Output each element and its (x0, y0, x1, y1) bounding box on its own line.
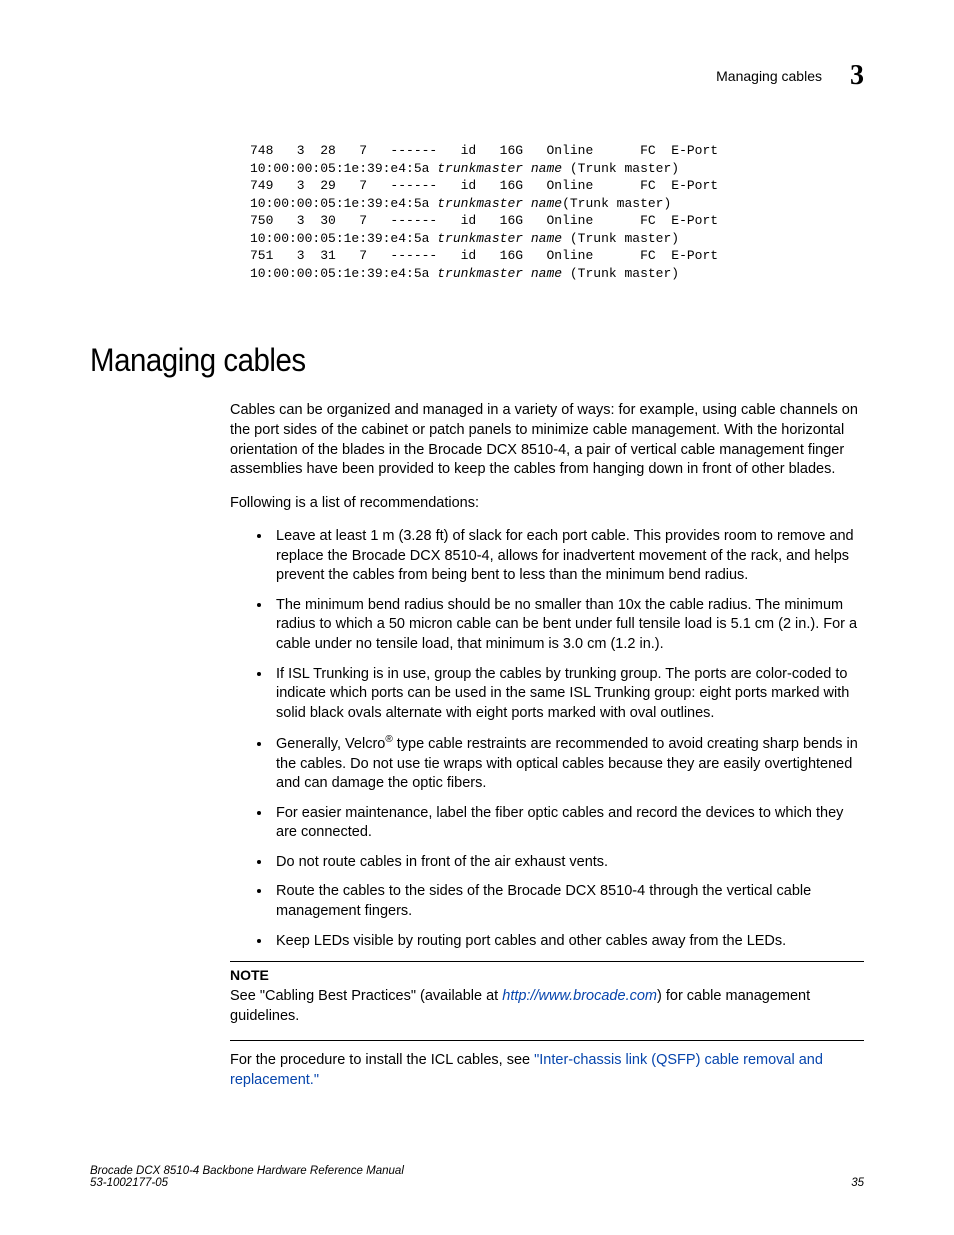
list-item: For easier maintenance, label the fiber … (272, 804, 864, 843)
running-header: Managing cables 3 (90, 60, 864, 92)
code-line: 10:00:00:05:1e:39:e4:5a trunkmaster name… (250, 230, 864, 248)
note-rule-bottom (230, 1040, 864, 1041)
note-pre: See "Cabling Best Practices" (available … (230, 988, 502, 1004)
note-label: NOTE (230, 966, 864, 985)
running-title: Managing cables (716, 68, 822, 84)
list-item: Leave at least 1 m (3.28 ft) of slack fo… (272, 527, 864, 586)
code-line: 748 3 28 7 ------ id 16G Online FC E-Por… (250, 142, 864, 160)
chapter-number: 3 (850, 60, 864, 92)
list-item: Keep LEDs visible by routing port cables… (272, 932, 864, 952)
body-content: Cables can be organized and managed in a… (230, 401, 864, 1090)
code-line: 751 3 31 7 ------ id 16G Online FC E-Por… (250, 247, 864, 265)
note-link[interactable]: http://www.brocade.com (502, 988, 657, 1004)
footer-title: Brocade DCX 8510-4 Backbone Hardware Ref… (90, 1165, 404, 1177)
note-rule-top (230, 961, 864, 962)
note-text: See "Cabling Best Practices" (available … (230, 987, 864, 1026)
after-note-paragraph: For the procedure to install the ICL cab… (230, 1051, 864, 1090)
recommendations-list: Leave at least 1 m (3.28 ft) of slack fo… (272, 527, 864, 951)
list-item: The minimum bend radius should be no sma… (272, 596, 864, 655)
list-item: Route the cables to the sides of the Bro… (272, 882, 864, 921)
code-line: 749 3 29 7 ------ id 16G Online FC E-Por… (250, 177, 864, 195)
code-line: 10:00:00:05:1e:39:e4:5a trunkmaster name… (250, 265, 864, 283)
page-footer: Brocade DCX 8510-4 Backbone Hardware Ref… (90, 1165, 864, 1189)
section-heading: Managing cables (90, 342, 802, 379)
footer-left: Brocade DCX 8510-4 Backbone Hardware Ref… (90, 1165, 404, 1189)
code-line: 750 3 30 7 ------ id 16G Online FC E-Por… (250, 212, 864, 230)
code-output: 748 3 28 7 ------ id 16G Online FC E-Por… (250, 142, 864, 282)
footer-docnum: 53-1002177-05 (90, 1177, 404, 1189)
footer-page: 35 (851, 1177, 864, 1189)
list-item: If ISL Trunking is in use, group the cab… (272, 665, 864, 724)
list-item: Generally, Velcro® type cable restraints… (272, 733, 864, 794)
intro-paragraph-2: Following is a list of recommendations: (230, 494, 864, 514)
code-line: 10:00:00:05:1e:39:e4:5a trunkmaster name… (250, 160, 864, 178)
intro-paragraph: Cables can be organized and managed in a… (230, 401, 864, 479)
code-line: 10:00:00:05:1e:39:e4:5a trunkmaster name… (250, 195, 864, 213)
after-note-pre: For the procedure to install the ICL cab… (230, 1052, 534, 1068)
list-item: Do not route cables in front of the air … (272, 853, 864, 873)
